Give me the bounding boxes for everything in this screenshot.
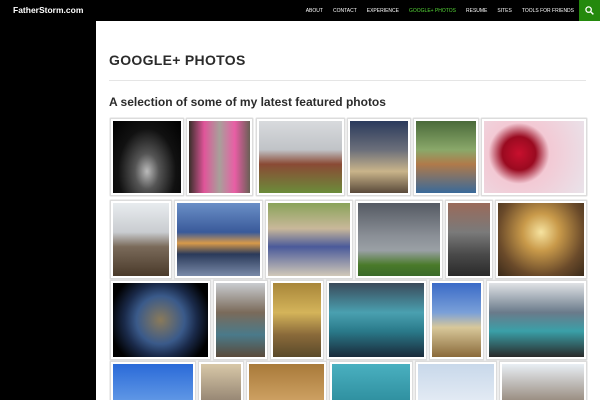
primary-nav: About Contact Experience Google+ Photos … (296, 0, 574, 21)
site-header: FatherStorm.com About Contact Experience… (0, 0, 600, 21)
photo-thumbnail[interactable] (213, 280, 268, 360)
photo-thumbnail[interactable] (415, 361, 497, 400)
title-divider (109, 80, 586, 81)
page-title: Google+ Photos (109, 52, 246, 68)
nav-item-sites[interactable]: Sites (497, 8, 511, 14)
photo-thumbnail[interactable] (186, 118, 253, 196)
photo-thumbnail[interactable] (413, 118, 479, 196)
photo-thumbnail[interactable] (270, 280, 324, 360)
search-button[interactable] (579, 0, 600, 21)
search-icon (585, 6, 594, 15)
photo-thumbnail[interactable] (110, 280, 211, 360)
photo-thumbnail[interactable] (329, 361, 413, 400)
photo-thumbnail[interactable] (429, 280, 484, 360)
photo-thumbnail[interactable] (110, 200, 172, 279)
sidebar (0, 21, 96, 400)
photo-thumbnail[interactable] (198, 361, 244, 400)
photo-thumbnail[interactable] (256, 118, 345, 196)
photo-thumbnail[interactable] (499, 361, 587, 400)
photo-thumbnail[interactable] (445, 200, 493, 279)
nav-item-resume[interactable]: Resume (466, 8, 487, 14)
site-title[interactable]: FatherStorm.com (13, 5, 83, 15)
photo-thumbnail[interactable] (326, 280, 427, 360)
nav-item-experience[interactable]: Experience (367, 8, 399, 14)
photo-thumbnail[interactable] (265, 200, 353, 279)
page-subtitle: A selection of some of my latest feature… (109, 95, 386, 109)
photo-thumbnail[interactable] (246, 361, 327, 400)
photo-thumbnail[interactable] (110, 361, 196, 400)
photo-thumbnail[interactable] (495, 200, 587, 279)
nav-item-google-photos[interactable]: Google+ Photos (409, 8, 456, 14)
photo-thumbnail[interactable] (110, 118, 184, 196)
photo-thumbnail[interactable] (347, 118, 411, 196)
photo-thumbnail[interactable] (174, 200, 263, 279)
nav-item-tools[interactable]: Tools for Friends (522, 8, 574, 14)
photo-thumbnail[interactable] (486, 280, 587, 360)
main-content: Google+ Photos A selection of some of my… (96, 21, 600, 400)
photo-thumbnail[interactable] (355, 200, 443, 279)
photo-thumbnail[interactable] (481, 118, 587, 196)
nav-item-contact[interactable]: Contact (333, 8, 357, 14)
nav-item-about[interactable]: About (306, 8, 323, 14)
